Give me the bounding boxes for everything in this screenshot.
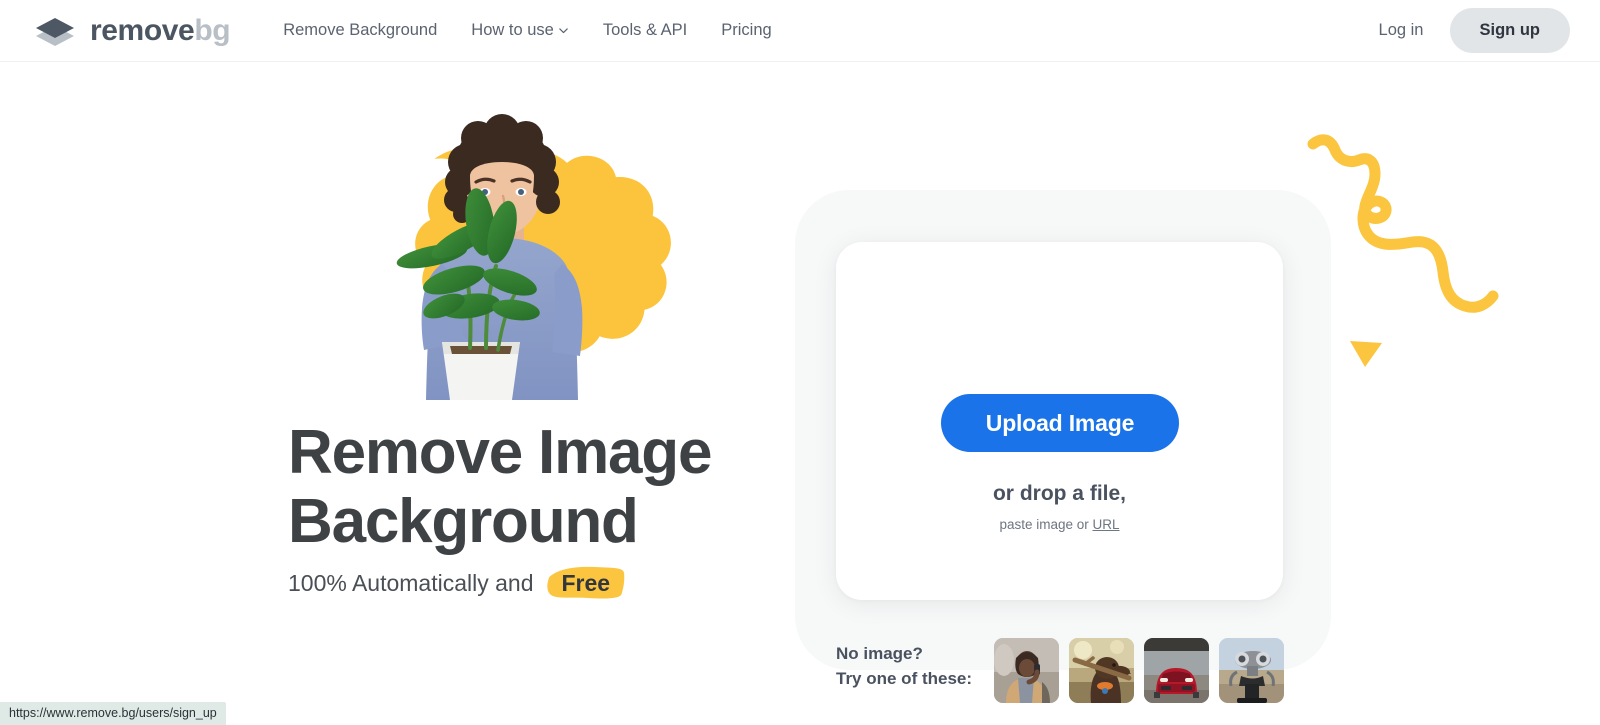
logo[interactable]: removebg (33, 13, 231, 48)
sample-images-label: No image? Try one of these: (836, 638, 994, 691)
red-car-thumbnail (1144, 638, 1209, 703)
sample-thumb-dog-with-stick[interactable] (1069, 638, 1134, 703)
page-root: removebg Remove Background How to use To… (0, 0, 1600, 725)
browser-status-bar-url: https://www.remove.bg/users/sign_up (0, 702, 226, 725)
man-on-phone-thumbnail (994, 638, 1059, 703)
layers-diamond-icon (33, 14, 77, 48)
main-nav: Remove Background How to use Tools & API… (266, 13, 788, 48)
binoculars-thumbnail (1219, 638, 1284, 703)
sample-thumb-binoculars[interactable] (1219, 638, 1284, 703)
page-title: Remove Image Background (288, 418, 808, 557)
url-link[interactable]: URL (1093, 517, 1120, 532)
nav-label: Tools & API (602, 21, 688, 39)
yellow-triangle-decoration (1350, 341, 1382, 367)
sample-label-line-1: No image? (836, 644, 923, 663)
free-highlight: Free (546, 566, 627, 599)
nav-label: Pricing (721, 21, 772, 39)
logo-word-bg: bg (194, 13, 231, 47)
chevron-down-icon (559, 28, 568, 34)
sample-label-line-2: Try one of these: (836, 668, 973, 688)
signup-button[interactable]: Sign up (1449, 8, 1570, 53)
paste-image-hint: paste image or URL (836, 517, 1283, 532)
logo-text: removebg (90, 13, 231, 47)
sample-images-section: No image? Try one of these: (836, 638, 1284, 703)
logo-front-layer (36, 17, 74, 38)
yellow-squiggle-decoration (1307, 134, 1499, 313)
hero-subtitle: 100% Automatically and Free (288, 566, 627, 599)
upload-image-button[interactable]: Upload Image (941, 394, 1179, 452)
site-header: removebg Remove Background How to use To… (0, 0, 1600, 62)
nav-item-how-to-use[interactable]: How to use (454, 13, 586, 48)
hero-illustration (320, 110, 680, 400)
nav-item-pricing[interactable]: Pricing (704, 13, 788, 48)
nav-item-tools-api[interactable]: Tools & API (586, 13, 704, 48)
login-link[interactable]: Log in (1363, 13, 1440, 48)
sample-thumb-man-on-phone[interactable] (994, 638, 1059, 703)
hero-left-column: Remove Image Background 100% Automatical… (0, 62, 800, 725)
dog-with-stick-thumbnail (1069, 638, 1134, 703)
sample-thumb-red-car[interactable] (1144, 638, 1209, 703)
hero-photo (396, 114, 671, 400)
paste-hint-prefix: paste image or (999, 517, 1093, 532)
headline-line-1: Remove Image (288, 418, 712, 487)
nav-label: Remove Background (283, 21, 438, 39)
sample-thumbnail-list (994, 638, 1284, 703)
header-actions: Log in Sign up (1363, 8, 1570, 53)
logo-word-remove: remove (90, 13, 195, 47)
subtitle-text: 100% Automatically and (288, 570, 534, 596)
nav-label: How to use (471, 21, 554, 39)
drop-a-file-label: or drop a file, (992, 482, 1126, 505)
free-label: Free (561, 570, 611, 596)
nav-item-remove-background[interactable]: Remove Background (266, 13, 454, 48)
headline-line-2: Background (288, 487, 639, 557)
upload-card[interactable]: Upload Image or drop a file, paste image… (836, 242, 1283, 600)
